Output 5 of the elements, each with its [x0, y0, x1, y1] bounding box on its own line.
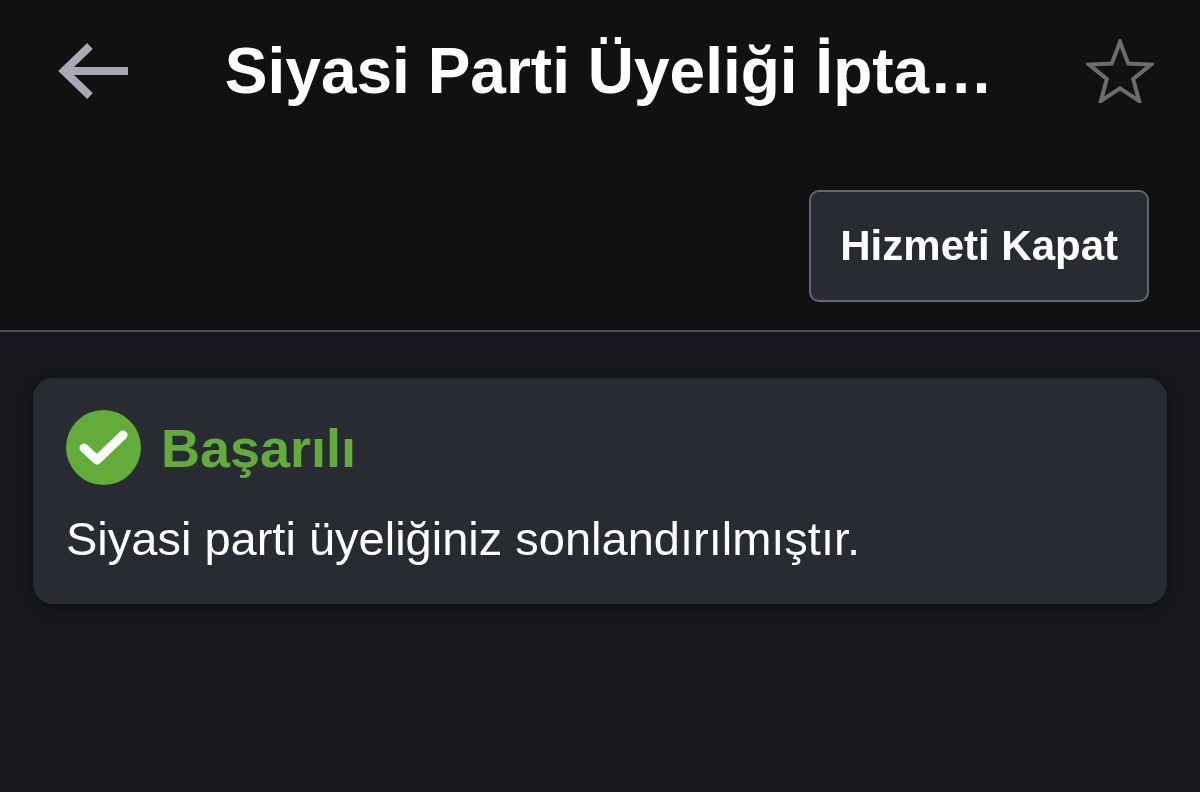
alert-title: Başarılı [161, 416, 357, 479]
page-title: Siyasi Parti Üyeliği İpta… [223, 34, 995, 108]
alert-message: Siyasi parti üyeliğiniz sonlandırılmıştır. [66, 511, 862, 566]
star-icon[interactable] [1086, 39, 1154, 103]
close-service-button[interactable]: Hizmeti Kapat [809, 190, 1149, 302]
